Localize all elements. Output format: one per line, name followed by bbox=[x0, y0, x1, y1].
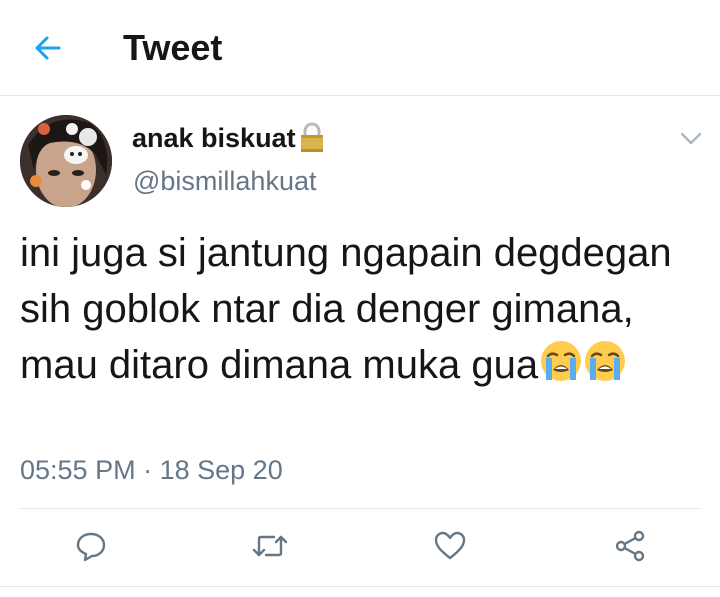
retweet-button[interactable] bbox=[248, 524, 292, 568]
tweet-timestamp: 05:55 PM · 18 Sep 20 bbox=[20, 452, 283, 488]
avatar[interactable] bbox=[20, 115, 112, 207]
tweet-date: 18 Sep 20 bbox=[159, 455, 283, 485]
loudly-crying-face-icon bbox=[584, 340, 626, 382]
page-title: Tweet bbox=[123, 27, 223, 68]
avatar-image bbox=[20, 115, 112, 207]
heart-icon bbox=[434, 531, 466, 560]
lock-icon bbox=[298, 122, 326, 154]
chevron-down-icon bbox=[680, 132, 702, 145]
back-arrow-icon bbox=[35, 36, 61, 60]
like-button[interactable] bbox=[428, 524, 472, 568]
reply-icon bbox=[76, 532, 106, 562]
share-icon bbox=[615, 530, 645, 562]
author-name-row[interactable]: anak biskuat bbox=[132, 120, 326, 156]
divider bbox=[20, 508, 700, 509]
tweet-time: 05:55 PM bbox=[20, 455, 136, 485]
author-display-name: anak biskuat bbox=[132, 123, 296, 153]
tweet-menu-button[interactable] bbox=[674, 124, 708, 154]
retweet-icon bbox=[252, 535, 288, 557]
timestamp-separator: · bbox=[143, 455, 153, 485]
tweet-text: ini juga si jantung ngapain degdegan sih… bbox=[20, 225, 705, 393]
author-handle[interactable]: @bismillahkuat bbox=[133, 163, 316, 199]
share-button[interactable] bbox=[608, 524, 652, 568]
back-button[interactable] bbox=[26, 28, 70, 68]
loudly-crying-face-icon bbox=[540, 340, 582, 382]
divider-bottom bbox=[0, 586, 720, 587]
reply-button[interactable] bbox=[69, 524, 113, 568]
top-app-bar: Tweet bbox=[0, 0, 720, 96]
